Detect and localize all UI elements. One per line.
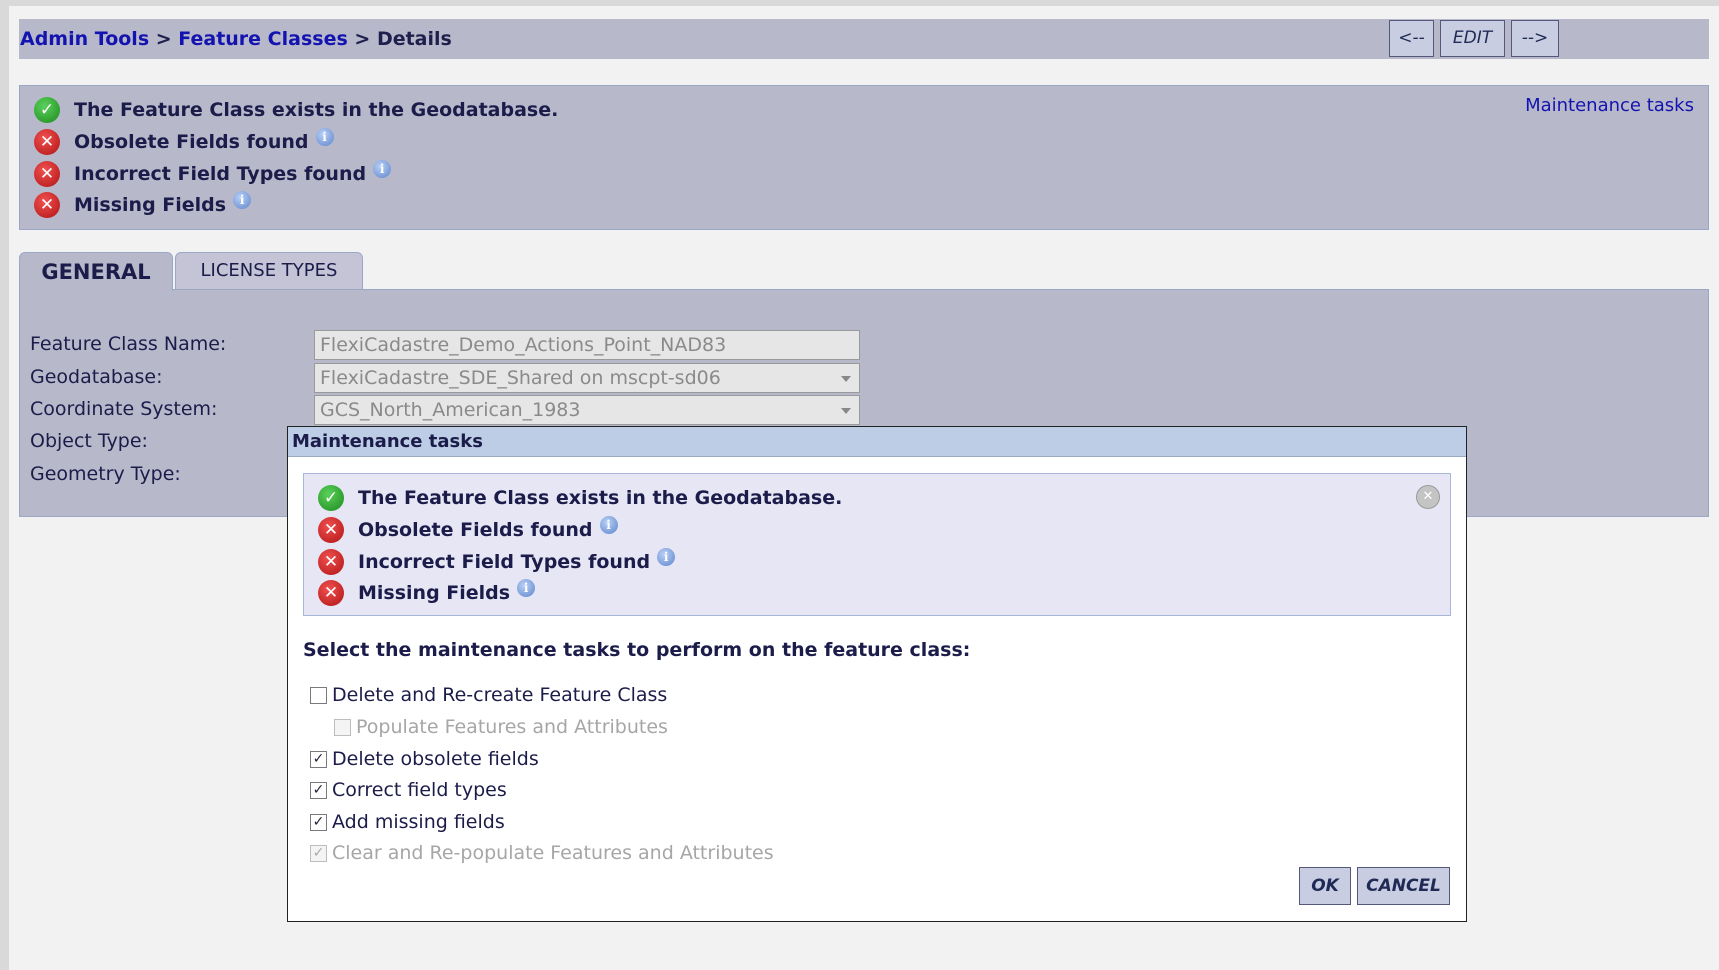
chevron-down-icon bbox=[841, 408, 851, 414]
task-label: Correct field types bbox=[332, 779, 507, 801]
status-item: ✓ The Feature Class exists in the Geodat… bbox=[318, 484, 842, 512]
checkbox[interactable] bbox=[334, 718, 351, 736]
status-panel: ✓ The Feature Class exists in the Geodat… bbox=[19, 85, 1709, 230]
checkbox[interactable] bbox=[310, 686, 327, 704]
checkbox-checked[interactable]: ✓ bbox=[310, 781, 327, 799]
status-item: ✕ Obsolete Fields found i bbox=[34, 128, 334, 156]
breadcrumb: Admin Tools > Feature Classes > Details bbox=[20, 28, 452, 50]
maintenance-tasks-dialog: Maintenance tasks ✓ The Feature Class ex… bbox=[287, 426, 1467, 922]
geodatabase-select[interactable]: FlexiCadastre_SDE_Shared on mscpt-sd06 bbox=[314, 363, 860, 393]
error-circle-icon: ✕ bbox=[318, 517, 344, 543]
geodatabase-value: FlexiCadastre_SDE_Shared on mscpt-sd06 bbox=[320, 367, 721, 389]
cancel-button[interactable]: CANCEL bbox=[1357, 867, 1450, 905]
status-item: ✕ Incorrect Field Types found i bbox=[318, 548, 676, 576]
error-circle-icon: ✕ bbox=[34, 161, 60, 187]
task-delete-recreate[interactable]: Delete and Re-create Feature Class bbox=[310, 684, 667, 706]
dialog-title[interactable]: Maintenance tasks bbox=[288, 427, 1466, 457]
breadcrumb-current: Details bbox=[376, 28, 452, 50]
coordinate-system-label: Coordinate System: bbox=[30, 398, 218, 420]
error-circle-icon: ✕ bbox=[34, 192, 60, 218]
status-text: Incorrect Field Types found bbox=[358, 551, 651, 573]
previous-button[interactable]: <-- bbox=[1389, 20, 1434, 57]
status-item: ✕ Missing Fields i bbox=[34, 191, 252, 219]
dialog-status-panel: ✓ The Feature Class exists in the Geodat… bbox=[303, 473, 1451, 616]
geodatabase-label: Geodatabase: bbox=[30, 366, 163, 388]
checkbox-checked[interactable]: ✓ bbox=[310, 813, 327, 831]
task-label: Add missing fields bbox=[332, 811, 505, 833]
check-circle-icon: ✓ bbox=[318, 485, 344, 511]
object-type-label: Object Type: bbox=[30, 430, 148, 452]
checkbox-checked[interactable]: ✓ bbox=[310, 750, 327, 768]
coordinate-system-select[interactable]: GCS_North_American_1983 bbox=[314, 395, 860, 425]
task-label: Populate Features and Attributes bbox=[356, 716, 668, 738]
ok-button[interactable]: OK bbox=[1299, 867, 1351, 905]
breadcrumb-bar: Admin Tools > Feature Classes > Details … bbox=[19, 19, 1709, 59]
status-text: Missing Fields bbox=[358, 582, 511, 604]
task-clear-repopulate[interactable]: ✓ Clear and Re-populate Features and Att… bbox=[310, 842, 774, 864]
status-text: Incorrect Field Types found bbox=[74, 163, 367, 185]
next-button[interactable]: --> bbox=[1511, 20, 1559, 57]
status-text: Obsolete Fields found bbox=[74, 131, 309, 153]
feature-class-name-label: Feature Class Name: bbox=[30, 333, 227, 355]
info-icon[interactable]: i bbox=[657, 548, 676, 566]
status-item: ✕ Missing Fields i bbox=[318, 579, 536, 607]
task-label: Delete and Re-create Feature Class bbox=[332, 684, 668, 706]
status-item: ✕ Obsolete Fields found i bbox=[318, 516, 618, 544]
info-icon[interactable]: i bbox=[517, 579, 536, 597]
coordinate-system-value: GCS_North_American_1983 bbox=[320, 399, 581, 421]
dialog-prompt: Select the maintenance tasks to perform … bbox=[303, 639, 971, 661]
feature-class-name-field[interactable]: FlexiCadastre_Demo_Actions_Point_NAD83 bbox=[314, 330, 860, 360]
breadcrumb-admin-tools[interactable]: Admin Tools bbox=[20, 28, 149, 50]
geometry-type-label: Geometry Type: bbox=[30, 463, 181, 485]
check-circle-icon: ✓ bbox=[34, 97, 60, 123]
chevron-down-icon bbox=[841, 376, 851, 382]
info-icon[interactable]: i bbox=[315, 128, 334, 146]
close-circle-icon[interactable]: ✕ bbox=[1416, 485, 1440, 509]
checkbox-checked[interactable]: ✓ bbox=[310, 844, 327, 862]
error-circle-icon: ✕ bbox=[318, 580, 344, 606]
breadcrumb-separator: > bbox=[149, 28, 179, 50]
status-text: Obsolete Fields found bbox=[358, 519, 593, 541]
error-circle-icon: ✕ bbox=[34, 129, 60, 155]
task-label: Clear and Re-populate Features and Attri… bbox=[332, 842, 774, 864]
tab-license-types[interactable]: LICENSE TYPES bbox=[175, 252, 363, 290]
task-add-missing-fields[interactable]: ✓ Add missing fields bbox=[310, 811, 505, 833]
info-icon[interactable]: i bbox=[233, 191, 252, 209]
info-icon[interactable]: i bbox=[599, 516, 618, 534]
breadcrumb-feature-classes[interactable]: Feature Classes bbox=[178, 28, 348, 50]
status-item: ✕ Incorrect Field Types found i bbox=[34, 160, 392, 188]
task-label: Delete obsolete fields bbox=[332, 748, 539, 770]
status-item: ✓ The Feature Class exists in the Geodat… bbox=[34, 96, 558, 124]
task-delete-obsolete-fields[interactable]: ✓ Delete obsolete fields bbox=[310, 748, 539, 770]
maintenance-tasks-link[interactable]: Maintenance tasks bbox=[1525, 95, 1694, 116]
status-text: The Feature Class exists in the Geodatab… bbox=[358, 487, 843, 509]
task-populate-features[interactable]: Populate Features and Attributes bbox=[334, 716, 668, 738]
tab-general[interactable]: GENERAL bbox=[19, 252, 173, 291]
info-icon[interactable]: i bbox=[373, 160, 392, 178]
task-correct-field-types[interactable]: ✓ Correct field types bbox=[310, 779, 507, 801]
breadcrumb-separator: > bbox=[347, 28, 377, 50]
error-circle-icon: ✕ bbox=[318, 549, 344, 575]
status-text: Missing Fields bbox=[74, 194, 227, 216]
status-text: The Feature Class exists in the Geodatab… bbox=[74, 99, 559, 121]
edit-button[interactable]: EDIT bbox=[1440, 20, 1505, 57]
